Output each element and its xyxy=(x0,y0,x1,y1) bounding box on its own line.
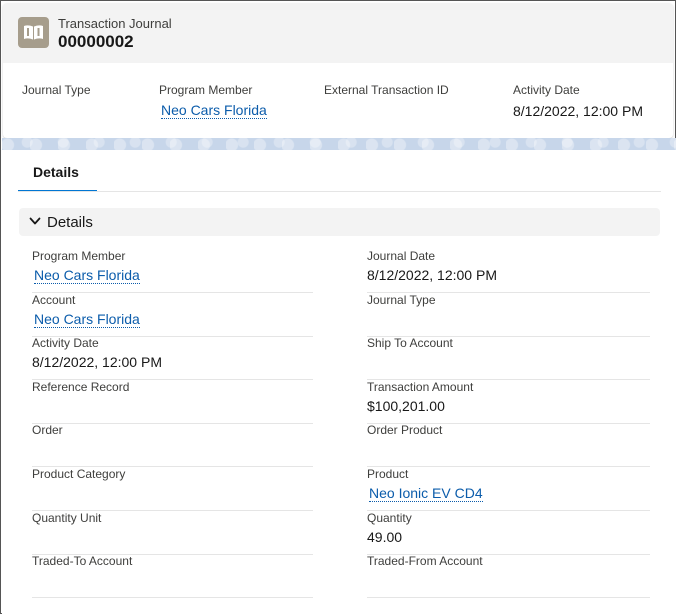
field-link-product[interactable]: Neo Ionic EV CD4 xyxy=(369,485,483,502)
field-label: Order Product xyxy=(367,423,443,438)
field-value: 8/12/2022, 12:00 PM xyxy=(367,267,497,283)
field-label: Traded-From Account xyxy=(367,554,483,569)
object-type-label: Transaction Journal xyxy=(58,16,172,31)
field-journal-type: Journal Type xyxy=(367,293,650,337)
field-label: Program Member xyxy=(32,249,126,263)
program-member-link[interactable]: Neo Cars Florida xyxy=(161,102,267,119)
field-reference-record: Reference Record xyxy=(32,380,313,424)
field-label: Quantity xyxy=(367,510,412,525)
field-link-account[interactable]: Neo Cars Florida xyxy=(34,311,140,328)
highlight-value xyxy=(324,103,449,121)
highlight-value: 8/12/2022, 12:00 PM xyxy=(513,103,643,119)
highlight-value xyxy=(22,103,91,121)
field-program-member: Program Member Neo Cars Florida xyxy=(32,249,313,293)
field-label: Transaction Amount xyxy=(367,379,474,394)
field-ship-to-account: Ship To Account xyxy=(367,336,650,381)
highlight-label: Activity Date xyxy=(513,83,580,97)
field-product: Product Neo Ionic EV CD4 xyxy=(367,467,650,511)
highlight-label: External Transaction ID xyxy=(324,83,449,97)
details-section-toggle[interactable]: Details xyxy=(19,208,660,236)
highlights-header: Transaction Journal 00000002 xyxy=(3,3,673,63)
tab-divider xyxy=(18,191,661,192)
field-traded-to-account: Traded-To Account xyxy=(32,554,313,599)
section-title: Details xyxy=(47,214,93,231)
record-page: Transaction Journal 00000002 Journal Typ… xyxy=(0,0,676,614)
page-title: 00000002 xyxy=(58,32,134,51)
field-label: Account xyxy=(32,292,76,307)
chevron-down-icon xyxy=(29,217,41,225)
highlight-external-transaction-id: External Transaction ID xyxy=(324,83,449,121)
field-label: Order xyxy=(32,423,63,438)
field-value: $100,201.00 xyxy=(367,397,445,414)
field-order-product: Order Product xyxy=(367,423,650,468)
field-value: 8/12/2022, 12:00 PM xyxy=(32,354,162,371)
field-label: Activity Date xyxy=(32,336,99,351)
field-journal-date: Journal Date 8/12/2022, 12:00 PM xyxy=(367,249,650,293)
field-label: Journal Date xyxy=(367,249,436,263)
field-label: Product Category xyxy=(32,467,126,481)
field-quantity-unit: Quantity Unit xyxy=(32,511,313,555)
field-account: Account Neo Cars Florida xyxy=(32,293,313,337)
field-label: Quantity Unit xyxy=(32,510,102,525)
field-order: Order xyxy=(32,423,313,468)
highlight-value-wrap: Neo Cars Florida xyxy=(159,102,267,120)
field-transaction-amount: Transaction Amount $100,201.00 xyxy=(367,380,650,424)
field-link-program-member[interactable]: Neo Cars Florida xyxy=(34,267,140,284)
highlight-activity-date: Activity Date 8/12/2022, 12:00 PM xyxy=(513,83,643,121)
journal-book-icon xyxy=(18,17,49,48)
field-label: Reference Record xyxy=(32,379,130,394)
field-activity-date: Activity Date 8/12/2022, 12:00 PM xyxy=(32,336,313,381)
field-label: Ship To Account xyxy=(367,336,453,351)
highlight-journal-type: Journal Type xyxy=(22,83,91,121)
field-label: Product xyxy=(367,467,409,481)
highlights-panel: Transaction Journal 00000002 Journal Typ… xyxy=(3,3,673,138)
highlight-label: Journal Type xyxy=(22,83,91,97)
field-label: Traded-To Account xyxy=(32,554,133,569)
tab-details[interactable]: Details xyxy=(18,150,97,192)
field-label: Journal Type xyxy=(367,292,436,307)
highlight-label: Program Member xyxy=(159,83,253,97)
highlight-program-member: Program Member Neo Cars Florida xyxy=(159,83,267,120)
field-quantity: Quantity 49.00 xyxy=(367,511,650,555)
details-card: Details Details Program Member Neo Cars F… xyxy=(2,150,676,614)
field-traded-from-account: Traded-From Account xyxy=(367,554,650,599)
field-product-category: Product Category xyxy=(32,467,313,511)
field-value: 49.00 xyxy=(367,528,403,545)
